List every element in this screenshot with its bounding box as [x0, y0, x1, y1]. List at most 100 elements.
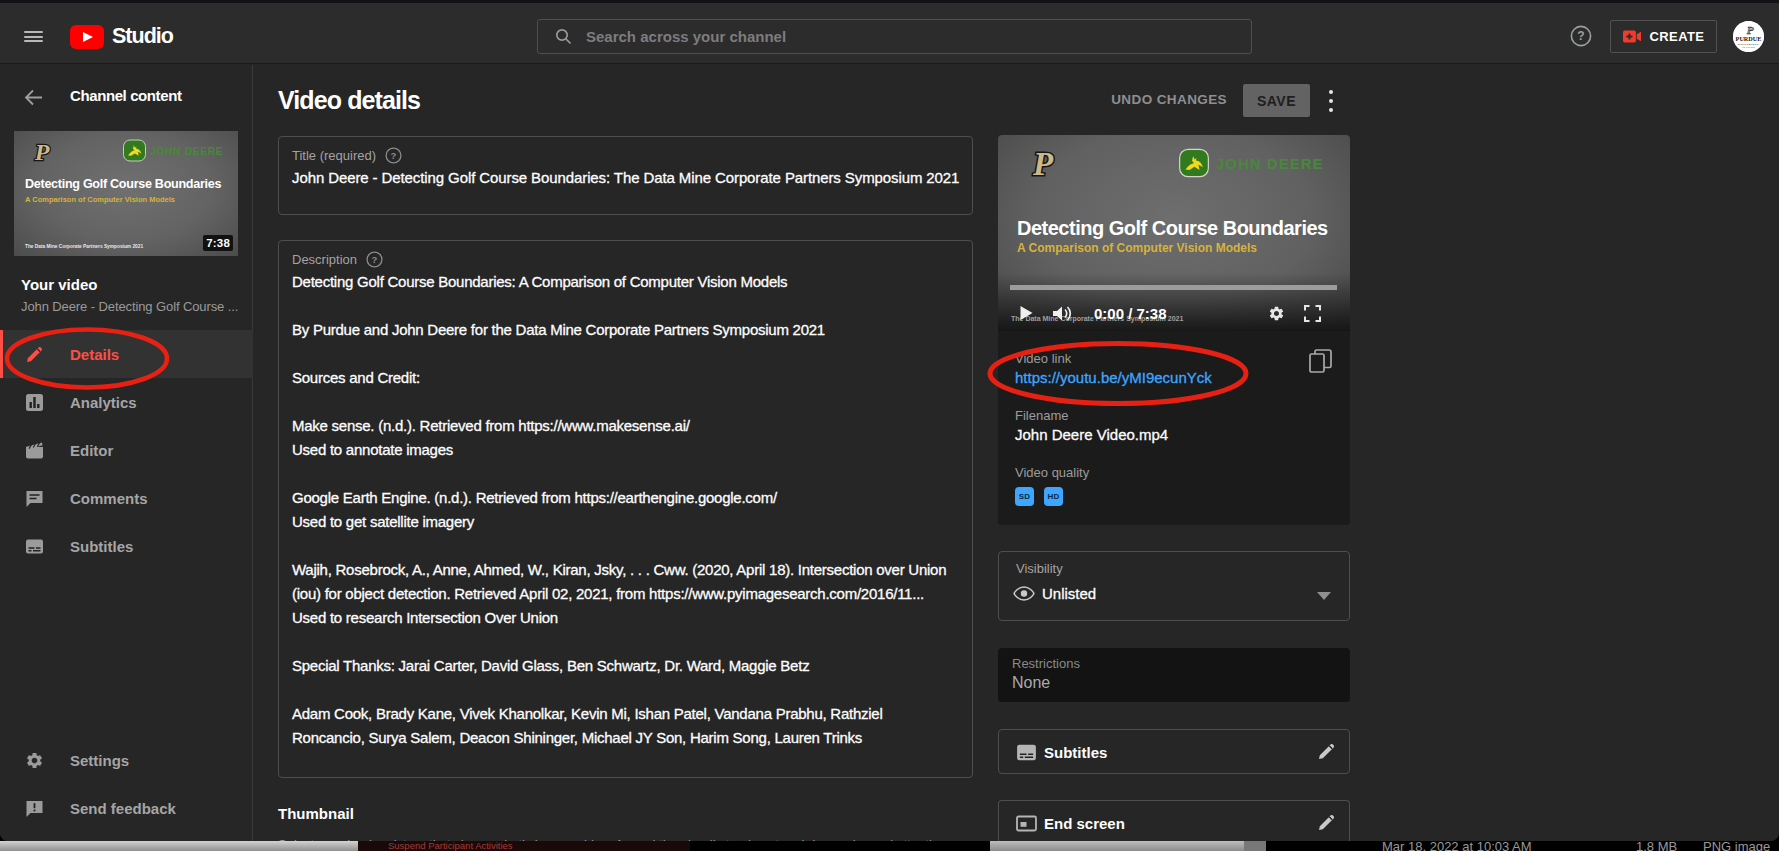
video-info-section: Video link https://youtu.be/yMI9ecunYck … [998, 331, 1350, 525]
player-slide-title: Detecting Golf Course Boundaries [1017, 217, 1328, 240]
thumbnail-title: Detecting Golf Course Boundaries [25, 177, 221, 191]
title-field-value[interactable]: John Deere - Detecting Golf Course Bound… [292, 169, 959, 186]
header-actions: UNDO CHANGES SAVE [0, 84, 1779, 117]
sidebar: Channel content P JOHN DEERE Detecting G… [0, 65, 253, 841]
thumbnail-footer: The Data Mine Corporate Partners Symposi… [25, 244, 143, 249]
description-field[interactable]: Description ? Detecting Golf Course Boun… [278, 240, 973, 778]
svg-text:?: ? [372, 254, 378, 265]
subtitles-icon [25, 537, 44, 556]
copy-icon[interactable] [1308, 349, 1334, 375]
visibility-eye-icon [1013, 586, 1035, 601]
title-help-icon[interactable]: ? [385, 147, 402, 164]
more-options-icon[interactable] [1322, 84, 1340, 117]
svg-text:P: P [1032, 146, 1054, 182]
restrictions-value: None [1012, 674, 1050, 692]
search-input[interactable] [586, 28, 1186, 45]
svg-text:?: ? [391, 150, 397, 161]
analytics-icon [25, 393, 44, 412]
file-kind-text: PNG image [1703, 841, 1770, 851]
end-screen-card[interactable]: End screen [998, 800, 1350, 841]
create-video-icon [1623, 30, 1641, 43]
background-window-edge-left [0, 841, 358, 851]
restrictions-card[interactable]: Restrictions None [998, 648, 1350, 702]
undo-changes-button[interactable]: UNDO CHANGES [1111, 92, 1227, 107]
comments-icon [25, 489, 44, 508]
youtube-studio-logo[interactable]: Studio [70, 24, 173, 49]
video-quality-label: Video quality [1015, 465, 1089, 480]
thumbnail-subtitle: A Comparison of Computer Vision Models [25, 195, 175, 204]
sidebar-item-send-feedback[interactable]: Send feedback [0, 784, 253, 832]
youtube-studio-page: Studio ? CREATE P PURDUE UNIVERSITY The … [0, 0, 1779, 841]
brand-name: Studio [112, 24, 173, 49]
hd-badge: HD [1044, 487, 1063, 506]
hamburger-menu-icon[interactable] [24, 31, 43, 42]
end-screen-card-label: End screen [1044, 815, 1125, 832]
account-avatar[interactable]: P PURDUE UNIVERSITY The Data Mine [1733, 21, 1764, 52]
end-screen-edit-pencil-icon[interactable] [1317, 813, 1336, 832]
thumbnail-section-label: Thumbnail [278, 805, 354, 822]
svg-text:JOHN DEERE: JOHN DEERE [150, 146, 223, 157]
feedback-icon [25, 799, 44, 818]
fullscreen-icon[interactable] [1304, 305, 1321, 322]
player-progress-bar[interactable] [1010, 285, 1337, 290]
sidebar-item-details[interactable]: Details [0, 330, 253, 378]
title-field[interactable]: Title (required) ? John Deere - Detectin… [278, 136, 973, 215]
visibility-card[interactable]: Visibility Unlisted [998, 551, 1350, 621]
visibility-value: Unlisted [1042, 585, 1096, 602]
sidebar-item-settings[interactable]: Settings [0, 736, 253, 784]
subtitles-card-label: Subtitles [1044, 744, 1107, 761]
player-controls: 0:00 / 7:38 [998, 295, 1350, 331]
sidebar-item-comments[interactable]: Comments [0, 474, 253, 522]
volume-icon[interactable] [1052, 305, 1076, 322]
purdue-avatar-graphic: P PURDUE UNIVERSITY The Data Mine [1733, 21, 1764, 52]
description-field-value[interactable]: Detecting Golf Course Boundaries: A Comp… [292, 270, 946, 750]
description-field-label: Description [292, 252, 357, 267]
sidebar-menu: Details Analytics Editor Comments [0, 330, 253, 570]
desktop-strip: Suspend Participant Activities Mar 18, 2… [0, 841, 1779, 851]
player-slide-subtitle: A Comparison of Computer Vision Models [1017, 241, 1257, 255]
visibility-caret-icon [1317, 592, 1331, 600]
svg-text:P: P [34, 139, 50, 165]
video-link-label: Video link [1015, 351, 1071, 366]
svg-text:The Data Mine: The Data Mine [1742, 46, 1755, 48]
sidebar-item-subtitles[interactable]: Subtitles [0, 522, 253, 570]
title-field-label: Title (required) [292, 148, 376, 163]
video-link[interactable]: https://youtu.be/yMI9ecunYck [1015, 369, 1212, 386]
pencil-icon [25, 345, 44, 364]
svg-text:?: ? [1577, 29, 1584, 43]
save-button[interactable]: SAVE [1243, 84, 1310, 117]
play-icon[interactable] [1018, 305, 1034, 321]
sd-badge: SD [1015, 487, 1034, 506]
your-video-title: John Deere - Detecting Golf Course ... [21, 299, 238, 314]
search-icon [555, 28, 572, 45]
sidebar-item-editor[interactable]: Editor [0, 426, 253, 474]
video-player-card: P JOHN DEERE Detecting Golf Course Bound… [998, 135, 1350, 525]
sidebar-item-analytics[interactable]: Analytics [0, 378, 253, 426]
your-video-label: Your video [21, 276, 97, 293]
player-settings-icon[interactable] [1268, 305, 1285, 322]
file-date-text: Mar 18, 2022 at 10:03 AM [1382, 841, 1532, 851]
player-john-deere-logo: JOHN DEERE [1179, 148, 1330, 178]
suspend-participant-text: Suspend Participant Activities [388, 841, 513, 851]
help-icon[interactable]: ? [1570, 25, 1592, 47]
video-duration-badge: 7:38 [203, 235, 233, 251]
visibility-label: Visibility [1016, 561, 1063, 576]
editor-icon [25, 441, 44, 460]
description-help-icon[interactable]: ? [366, 251, 383, 268]
purdue-logo: P [25, 139, 59, 165]
svg-text:JOHN DEERE: JOHN DEERE [1216, 155, 1324, 172]
background-window-edge-right [990, 841, 1266, 851]
sidebar-video-thumbnail[interactable]: P JOHN DEERE Detecting Golf Course Bound… [14, 131, 238, 256]
settings-gear-icon [25, 751, 44, 770]
file-size-text: 1.8 MB [1636, 841, 1677, 851]
subtitles-card[interactable]: Subtitles [998, 729, 1350, 774]
svg-text:PURDUE: PURDUE [1736, 35, 1762, 42]
create-button[interactable]: CREATE [1610, 20, 1717, 53]
search-box[interactable] [537, 19, 1252, 54]
subtitles-edit-pencil-icon[interactable] [1317, 742, 1336, 761]
john-deere-logo: JOHN DEERE [123, 139, 226, 162]
end-screen-card-icon [1016, 814, 1037, 833]
subtitles-card-icon [1016, 743, 1037, 762]
video-player[interactable]: P JOHN DEERE Detecting Golf Course Bound… [998, 135, 1350, 331]
create-button-label: CREATE [1650, 29, 1705, 44]
